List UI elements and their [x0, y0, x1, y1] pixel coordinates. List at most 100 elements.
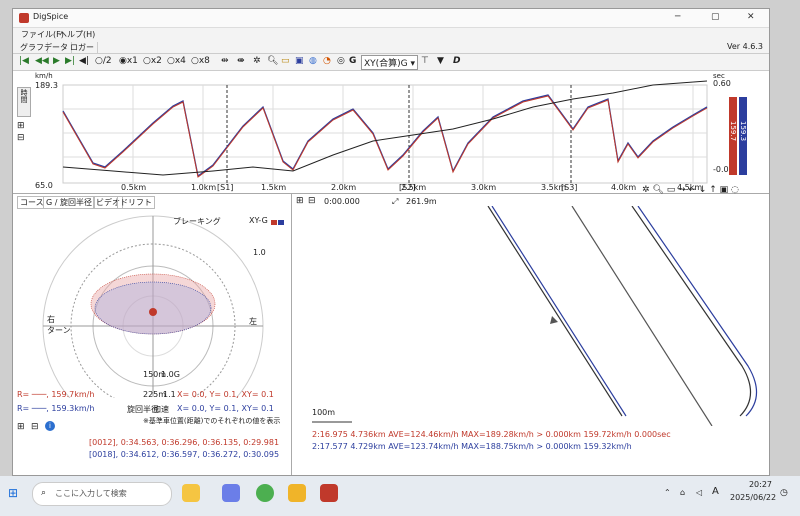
rewind-start-icon[interactable]: |◀ — [19, 56, 29, 66]
map-expand-icon[interactable]: ⊞ — [296, 196, 304, 206]
d-button[interactable]: D — [453, 56, 460, 66]
track-map-panel[interactable]: ⊞ ⊟ 0:00.000 ⤢ 261.9m ✲ 🔍︎ ▭ → ← ↓ ↑ ▣ ◌… — [292, 185, 769, 475]
red-lap-splits: [0012], 0:34.563, 0:36.296, 0:36.135, 0:… — [89, 438, 280, 447]
menu-file[interactable]: ファイル(F) — [21, 29, 64, 40]
title-bar: DigSpice ─ ▢ ✕ — [13, 9, 769, 28]
x-tick: 1.0km — [191, 183, 217, 192]
speed-x1[interactable]: ◉x1 — [119, 56, 138, 66]
xy-g-label: XY-G — [249, 216, 268, 225]
map-scale: 100m — [312, 408, 336, 417]
search-placeholder: ここに入力して検索 — [55, 489, 127, 498]
xy-legend-red — [271, 220, 277, 225]
open-folder-icon[interactable]: ▭ — [281, 56, 290, 66]
network-icon[interactable]: ⌂ — [680, 488, 685, 497]
file-explorer-icon[interactable] — [288, 484, 306, 502]
top-tabs: グラフ データ ロガー — [13, 41, 769, 54]
red-lap-summary: 2:16.975 4.736km AVE=124.46km/h MAX=189.… — [312, 430, 671, 439]
g-button[interactable]: G — [349, 56, 356, 66]
windows-start-icon[interactable]: ⊞ — [8, 486, 18, 500]
speed-x8[interactable]: ○x8 — [191, 56, 210, 66]
window-title: DigSpice — [33, 12, 69, 21]
sector-label: [S1] — [217, 183, 234, 192]
info-icon[interactable]: i — [45, 421, 55, 431]
settings-icon[interactable]: ✲ — [253, 56, 261, 66]
taskbar-search[interactable]: ⌕ ここに入力して検索 — [32, 482, 172, 506]
speed-graph-panel[interactable]: 時間 ⊞ ⊟ km/h 189.3 65.0 sec 0.60 -0.03 15… — [13, 71, 769, 194]
shrink-h-icon[interactable]: ⇼ — [237, 56, 245, 66]
left-turn-label: 左 — [249, 317, 257, 326]
red-radius-row: R= ───, 159.7km/h — [17, 390, 95, 399]
search-icon[interactable]: 🔍︎ — [267, 56, 278, 66]
tray-chevron-icon[interactable]: ⌃ — [664, 488, 671, 497]
car-position-icon — [550, 316, 558, 324]
red-g-values: X= 0.0, Y= 0.1, XY= 0.1 — [177, 390, 274, 399]
copilot-icon[interactable] — [222, 484, 240, 502]
rewind-icon[interactable]: ◀◀ — [35, 56, 49, 66]
map-toolbar-icons[interactable]: ✲ 🔍︎ ▭ → ← ↓ ↑ ▣ ◌ — [642, 185, 739, 195]
widgets-icon[interactable] — [182, 484, 200, 502]
g-circle-panel: コース G / 旋回半径 ビデオ ドリフト ブレーキング XY-G 1.0 右 … — [13, 194, 292, 475]
speed-trace-chart — [62, 80, 747, 184]
maximize-button[interactable]: ▢ — [711, 12, 720, 22]
blue-lap-summary: 2:17.577 4.729km AVE=123.74km/h MAX=188.… — [312, 442, 632, 451]
volume-icon[interactable]: ◁ — [696, 488, 702, 497]
step-forward-icon[interactable]: ▶| — [65, 56, 75, 66]
legend-red-value: 159.7 — [729, 121, 737, 142]
sector-label: [S2] — [399, 183, 416, 192]
g-current-point — [149, 308, 157, 316]
scale-top: 1.0 — [253, 248, 266, 257]
speed-half[interactable]: ○/2 — [95, 56, 112, 66]
xy-mode-select[interactable]: XY(合算)G ▾ — [361, 55, 419, 70]
taskbar: ⊞ ⌕ ここに入力して検索 ⌃ ⌂ ◁ A 20:27 2025/06/22 ◷ — [0, 476, 800, 516]
speed-x2[interactable]: ○x2 — [143, 56, 162, 66]
g-1-0: 1.0G — [161, 370, 180, 379]
right-turn-label: 右 ターン — [47, 315, 71, 335]
blue-lap-splits: [0018], 0:34.612, 0:36.597, 0:36.272, 0:… — [89, 450, 280, 459]
tab-logger[interactable]: ロガー — [67, 42, 98, 53]
blue-radius-row: R= ───, 159.3km/h — [17, 404, 95, 413]
step-back-icon[interactable]: ◀| — [79, 56, 89, 66]
legend-blue-value: 159.3 — [739, 121, 747, 142]
close-button[interactable]: ✕ — [747, 12, 755, 22]
gridlines — [63, 85, 707, 183]
accel-label: 加速 — [153, 405, 169, 414]
search-icon: ⌕ — [41, 488, 47, 498]
digspice-taskbar-icon[interactable] — [320, 484, 338, 502]
x-tick: 2.0km — [331, 183, 357, 192]
x-tick: 4.0km — [611, 183, 637, 192]
sector-lines — [226, 85, 572, 183]
sector-label: [S3] — [561, 183, 578, 192]
down-arrow-icon[interactable]: ▼ — [437, 56, 444, 66]
marker-icon[interactable]: ⊤ — [421, 56, 429, 66]
chrome-icon[interactable] — [256, 484, 274, 502]
map-collapse-icon[interactable]: ⊟ — [308, 196, 316, 206]
speed-x4[interactable]: ○x4 — [167, 56, 186, 66]
collapse-icon[interactable]: ⊟ — [31, 422, 39, 432]
x-tick: 1.5km — [261, 183, 287, 192]
app-window: DigSpice ─ ▢ ✕ ファイル(F) ヘルプ(H) グラフ データ ロガ… — [12, 8, 770, 476]
expand-h-icon[interactable]: ⇹ — [221, 56, 229, 66]
g-1-1: 1.1 — [163, 390, 176, 399]
blue-g-values: X= 0.0, Y= 0.1, XY= 0.1 — [177, 404, 274, 413]
app-logo-icon — [19, 13, 29, 23]
taskbar-time: 20:27 — [748, 480, 772, 489]
minimize-button[interactable]: ─ — [675, 12, 680, 22]
x-tick: 3.0km — [471, 183, 497, 192]
lap-icon[interactable]: ◎ — [337, 56, 345, 66]
speed-trace-red — [62, 95, 708, 178]
track-map-chart — [312, 206, 758, 426]
xy-legend-blue — [278, 220, 284, 225]
expand-icon[interactable]: ⊞ — [17, 422, 25, 432]
x-tick: 0.5km — [121, 183, 147, 192]
map-time: 0:00.000 — [324, 197, 360, 206]
play-icon[interactable]: ▶ — [53, 56, 60, 66]
save-icon[interactable]: ▣ — [295, 56, 304, 66]
menu-help[interactable]: ヘルプ(H) — [59, 29, 95, 40]
globe-icon[interactable]: ◍ — [309, 56, 317, 66]
ime-indicator[interactable]: A — [712, 486, 719, 497]
taskbar-clock[interactable]: 20:27 2025/06/22 — [730, 480, 777, 502]
taskbar-date: 2025/06/22 — [730, 493, 777, 502]
gauge-icon[interactable]: ◔ — [323, 56, 331, 66]
notification-icon[interactable]: ◷ — [780, 488, 788, 498]
plot-area — [62, 84, 708, 184]
